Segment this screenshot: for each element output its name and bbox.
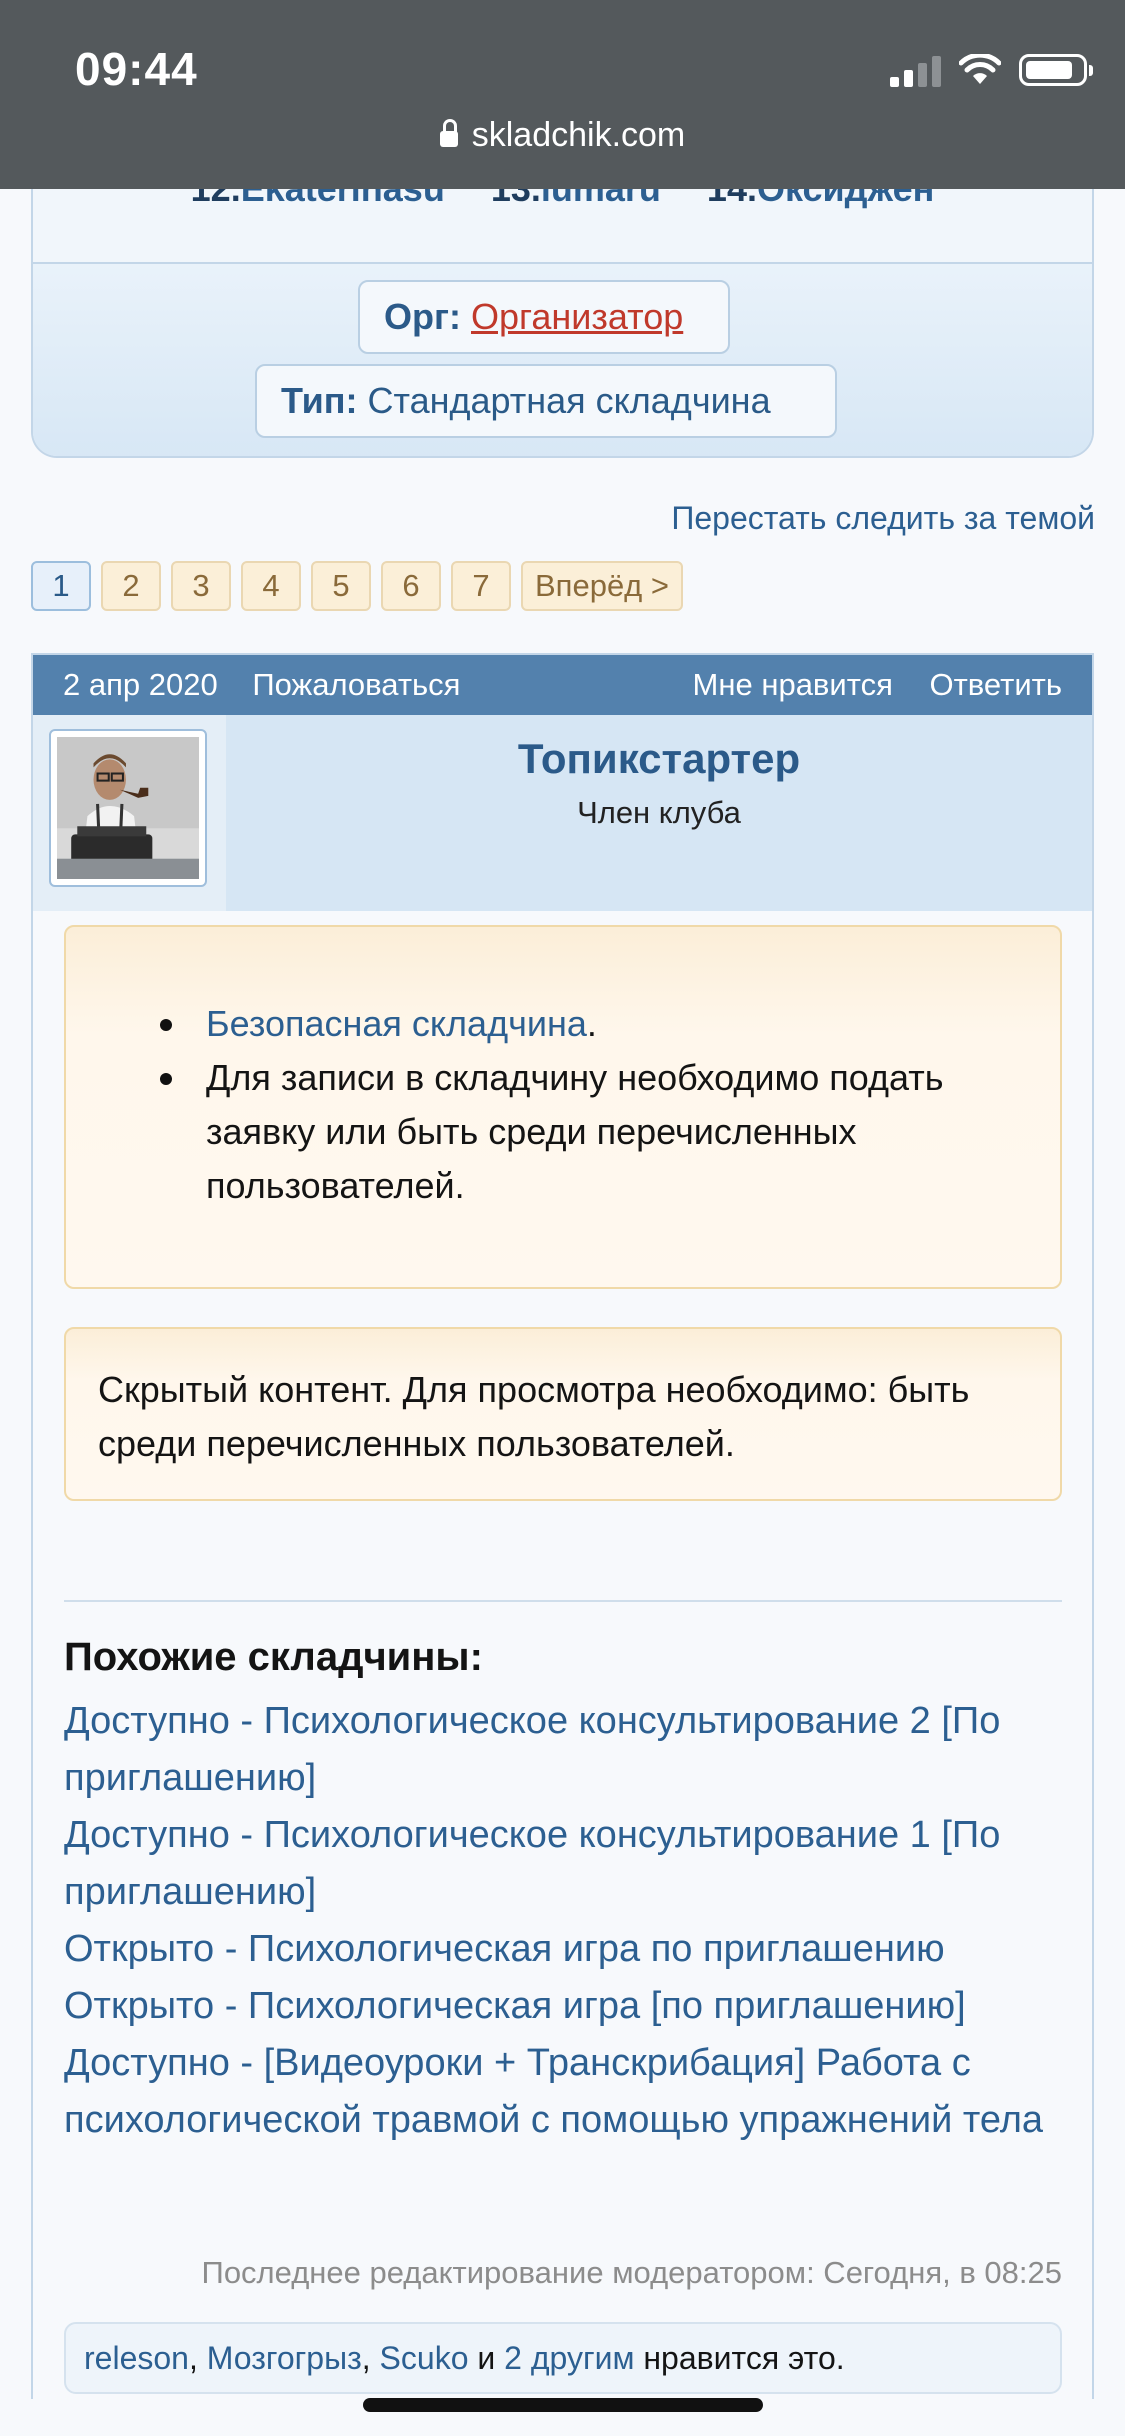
post-date: 2 апр 2020 xyxy=(63,667,218,702)
author-block: Топикстартер Член клуба xyxy=(33,715,1092,911)
page-2[interactable]: 2 xyxy=(101,561,161,611)
url-text: skladchik.com xyxy=(471,116,686,154)
list-item: Для записи в складчину необходимо подать… xyxy=(160,1051,1030,1213)
report-link[interactable]: Пожаловаться xyxy=(252,667,460,702)
similar-link[interactable]: Открыто - Психологическая игра [по пригл… xyxy=(64,1978,1064,2035)
hidden-content-notice: Скрытый контент. Для просмотра необходим… xyxy=(64,1327,1062,1501)
like-user-link[interactable]: releson xyxy=(84,2340,189,2376)
similar-link[interactable]: Доступно - [Видеоуроки + Транскрибация] … xyxy=(64,2035,1064,2149)
wifi-icon xyxy=(959,54,1001,84)
safe-skladchina-link[interactable]: Безопасная складчина xyxy=(206,1003,587,1044)
edited-note: Последнее редактирование модератором: Се… xyxy=(201,2255,1062,2290)
avatar-container xyxy=(33,715,226,911)
like-user-link[interactable]: Scuko xyxy=(380,2340,469,2376)
page-6[interactable]: 6 xyxy=(381,561,441,611)
unfollow-thread-link[interactable]: Перестать следить за темой xyxy=(671,500,1095,537)
url-bar[interactable]: skladchik.com xyxy=(0,116,1125,155)
author-role: Член клуба xyxy=(577,795,741,830)
divider xyxy=(64,1600,1062,1602)
likes-summary: releson, Мозгогрыз, Scuko и 2 другим нра… xyxy=(64,2322,1062,2394)
page-3[interactable]: 3 xyxy=(171,561,231,611)
page-4[interactable]: 4 xyxy=(241,561,301,611)
list-item: Безопасная складчина. xyxy=(160,997,1030,1051)
status-bar: 09:44 skladchik.com xyxy=(0,0,1125,189)
type-pill: Тип: Стандартная складчина xyxy=(255,364,837,438)
type-label: Тип: xyxy=(281,380,358,421)
organizer-pill: Орг: Организатор xyxy=(358,280,730,354)
cellular-signal-icon xyxy=(890,53,941,87)
battery-icon xyxy=(1019,54,1093,86)
avatar-image xyxy=(57,737,199,879)
pagination: 1 2 3 4 5 6 7 Вперёд > xyxy=(31,561,683,611)
avatar[interactable] xyxy=(49,729,207,887)
status-icons xyxy=(890,50,1093,90)
type-value: Стандартная складчина xyxy=(367,380,771,421)
similar-link[interactable]: Доступно - Психологическое консультирова… xyxy=(64,1807,1064,1921)
info-notice: Безопасная складчина. Для записи в склад… xyxy=(64,925,1062,1289)
like-user-link[interactable]: Мозгогрыз xyxy=(207,2340,362,2376)
notice-list: Безопасная складчина. Для записи в склад… xyxy=(66,997,1030,1213)
lock-icon xyxy=(439,119,458,147)
organizer-link[interactable]: Организатор xyxy=(471,296,683,337)
author-name[interactable]: Топикстартер xyxy=(226,735,1092,783)
like-others-link[interactable]: 2 другим xyxy=(504,2340,634,2376)
home-indicator xyxy=(363,2398,763,2412)
similar-link[interactable]: Доступно - Психологическое консультирова… xyxy=(64,1693,1064,1807)
similar-link[interactable]: Открыто - Психологическая игра по пригла… xyxy=(64,1921,1064,1978)
similar-title: Похожие складчины: xyxy=(64,1635,483,1679)
organizer-label: Орг: xyxy=(384,296,461,337)
page-7[interactable]: 7 xyxy=(451,561,511,611)
next-page-button[interactable]: Вперёд > xyxy=(521,561,683,611)
page-1[interactable]: 1 xyxy=(31,561,91,611)
hidden-content-text: Скрытый контент. Для просмотра необходим… xyxy=(98,1369,970,1464)
page-5[interactable]: 5 xyxy=(311,561,371,611)
post: 2 апр 2020 Пожаловаться Мне нравится Отв… xyxy=(31,653,1094,2399)
battery-level xyxy=(1026,61,1072,79)
reply-link[interactable]: Ответить xyxy=(929,667,1062,702)
like-link[interactable]: Мне нравится xyxy=(693,667,893,702)
similar-list: Доступно - Психологическое консультирова… xyxy=(64,1693,1064,2149)
post-header-bar: 2 апр 2020 Пожаловаться Мне нравится Отв… xyxy=(33,655,1092,715)
status-time: 09:44 xyxy=(75,43,198,95)
